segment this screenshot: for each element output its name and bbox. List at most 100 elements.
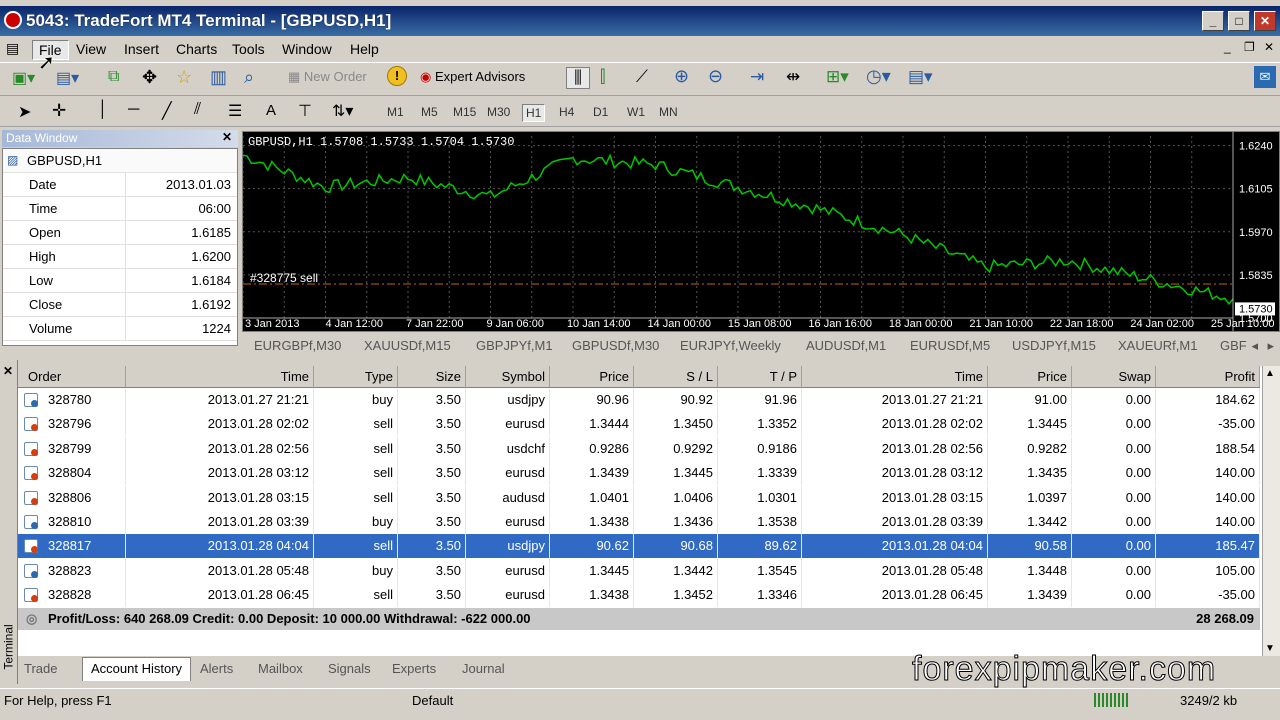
- candlestick-icon[interactable]: ⫿: [600, 67, 605, 87]
- mdi-close-icon[interactable]: ✕: [1264, 40, 1274, 54]
- column-header[interactable]: Order: [18, 366, 126, 388]
- timeframe-mn[interactable]: MN: [656, 104, 681, 120]
- column-header[interactable]: Type: [314, 366, 398, 388]
- tab-journal[interactable]: Journal: [462, 661, 505, 676]
- scroll-up-icon[interactable]: ▲: [1265, 368, 1275, 379]
- column-header[interactable]: Symbol: [466, 366, 550, 388]
- menu-tools[interactable]: Tools: [226, 40, 271, 58]
- chat-icon[interactable]: ✉: [1254, 66, 1276, 88]
- data-window-close-icon[interactable]: ✕: [222, 130, 232, 144]
- terminal-icon[interactable]: ▥: [210, 67, 227, 88]
- tab-scroll-left-icon[interactable]: ◂: [1251, 338, 1258, 354]
- history-row[interactable]: 328828 2013.01.28 06:45 sell 3.50 eurusd 1.34…: [18, 583, 1260, 608]
- chart-tab[interactable]: GBPUSDf,M30: [572, 338, 659, 353]
- periods-icon[interactable]: ◷▾: [866, 66, 891, 87]
- timeframe-m5[interactable]: M5: [418, 104, 441, 120]
- column-header[interactable]: Price: [988, 366, 1072, 388]
- favorites-icon[interactable]: ☆: [176, 67, 192, 88]
- column-header[interactable]: T / P: [718, 366, 802, 388]
- chart-tab[interactable]: EURJPYf,Weekly: [680, 338, 781, 353]
- history-row[interactable]: 328799 2013.01.28 02:56 sell 3.50 usdchf 0.92…: [18, 436, 1260, 461]
- text-icon[interactable]: A: [266, 102, 276, 119]
- chart-tab[interactable]: AUDUSDf,M1: [806, 338, 886, 353]
- menu-charts[interactable]: Charts: [170, 40, 223, 58]
- mdi-minimize-icon[interactable]: _: [1224, 40, 1231, 54]
- history-row[interactable]: 328817 2013.01.28 04:04 sell 3.50 usdjpy 90.6…: [18, 534, 1260, 559]
- chart-tab[interactable]: GBPJPYf,M1: [476, 338, 553, 353]
- navigator-icon[interactable]: ✥: [142, 67, 157, 88]
- scroll-down-icon[interactable]: ▼: [1265, 643, 1275, 654]
- auto-scroll-icon[interactable]: ⇥: [750, 67, 764, 87]
- bar-chart-icon[interactable]: ⫼: [566, 67, 590, 89]
- column-header[interactable]: Time: [126, 366, 314, 388]
- minimize-button[interactable]: _: [1202, 11, 1224, 31]
- line-chart-icon[interactable]: ⟋: [636, 67, 648, 87]
- chart-tab[interactable]: XAUUSDf,M15: [364, 338, 451, 353]
- fibonacci-icon[interactable]: ☰: [228, 101, 242, 121]
- market-watch-icon[interactable]: ⧉: [108, 68, 119, 86]
- strategy-tester-icon[interactable]: ⌕: [244, 67, 254, 88]
- new-order-button[interactable]: ▦ New Order: [288, 69, 367, 85]
- tab-account-history[interactable]: Account History: [82, 657, 192, 681]
- timeframe-h1[interactable]: H1: [522, 104, 546, 122]
- menu-help[interactable]: Help: [344, 40, 385, 58]
- history-row[interactable]: 328810 2013.01.28 03:39 buy 3.50 eurusd 1.343…: [18, 510, 1260, 534]
- arrows-icon[interactable]: ⇅▾: [332, 101, 353, 121]
- history-row[interactable]: 328796 2013.01.28 02:02 sell 3.50 eurusd 1.34…: [18, 412, 1260, 437]
- tab-signals[interactable]: Signals: [328, 661, 371, 676]
- column-header[interactable]: Size: [398, 366, 466, 388]
- menu-window[interactable]: Window: [276, 40, 338, 58]
- column-header[interactable]: S / L: [634, 366, 718, 388]
- profiles-icon[interactable]: ▤▾: [56, 68, 79, 88]
- new-chart-icon[interactable]: ▣▾: [12, 68, 35, 88]
- timeframe-m1[interactable]: M1: [384, 104, 407, 120]
- tab-trade[interactable]: Trade: [24, 661, 57, 676]
- history-row[interactable]: 328823 2013.01.28 05:48 buy 3.50 eurusd 1.344…: [18, 558, 1260, 583]
- close-button[interactable]: ✕: [1254, 11, 1276, 31]
- tab-scroll-right-icon[interactable]: ▸: [1267, 338, 1274, 354]
- history-row[interactable]: 328806 2013.01.28 03:15 sell 3.50 audusd 1.04…: [18, 485, 1260, 510]
- templates-icon[interactable]: ▤▾: [908, 67, 933, 87]
- terminal-close-icon[interactable]: ✕: [3, 364, 13, 378]
- timeframe-w1[interactable]: W1: [624, 104, 648, 120]
- maximize-button[interactable]: □: [1228, 11, 1250, 31]
- cursor-icon[interactable]: ➤: [18, 102, 31, 122]
- metaeditor-icon[interactable]: !: [387, 66, 407, 86]
- chart-tab[interactable]: USDJPYf,M15: [1012, 338, 1096, 353]
- crosshair-icon[interactable]: ✛: [52, 101, 66, 121]
- chart-shift-icon[interactable]: ⇹: [786, 67, 800, 87]
- menu-insert[interactable]: Insert: [118, 40, 165, 58]
- price-chart[interactable]: 1.6240 1.6105 1.5970 1.5835 1.5730 1.5700 3 Ja…: [242, 131, 1280, 332]
- horizontal-line-icon[interactable]: ─: [128, 101, 139, 119]
- vertical-line-icon[interactable]: │: [98, 101, 108, 119]
- cell-tp: 1.3352: [718, 412, 802, 437]
- column-header[interactable]: Time: [802, 366, 988, 388]
- tab-experts[interactable]: Experts: [392, 661, 436, 676]
- chart-tab[interactable]: EURUSDf,M5: [910, 338, 990, 353]
- column-header[interactable]: Price: [550, 366, 634, 388]
- chart-tab[interactable]: XAUEURf,M1: [1118, 338, 1197, 353]
- text-label-icon[interactable]: ⊤: [298, 101, 312, 121]
- channel-icon[interactable]: ⫽: [194, 101, 201, 119]
- column-header[interactable]: Swap: [1072, 366, 1156, 388]
- column-header[interactable]: Profit: [1156, 366, 1260, 388]
- tab-mailbox[interactable]: Mailbox: [258, 661, 303, 676]
- zoom-out-icon[interactable]: ⊖: [708, 66, 723, 87]
- chart-tab[interactable]: GBF: [1220, 338, 1247, 353]
- timeframe-m15[interactable]: M15: [450, 104, 479, 120]
- tab-alerts[interactable]: Alerts: [200, 661, 233, 676]
- mdi-restore-icon[interactable]: ❐: [1244, 40, 1255, 54]
- chart-tab[interactable]: EURGBPf,M30: [254, 338, 341, 353]
- indicators-icon[interactable]: ⊞▾: [826, 67, 849, 87]
- zoom-in-icon[interactable]: ⊕: [674, 66, 689, 87]
- timeframe-m30[interactable]: M30: [484, 104, 513, 120]
- history-row[interactable]: 328804 2013.01.28 03:12 sell 3.50 eurusd 1.34…: [18, 461, 1260, 486]
- expert-advisors-button[interactable]: ◉ Expert Advisors: [420, 69, 525, 85]
- document-icon[interactable]: ▤: [6, 40, 19, 57]
- timeframe-h4[interactable]: H4: [556, 104, 577, 120]
- trendline-icon[interactable]: ╱: [162, 101, 172, 121]
- menu-view[interactable]: View: [70, 40, 112, 58]
- history-row[interactable]: 328780 2013.01.27 21:21 buy 3.50 usdjpy 90.96…: [18, 388, 1260, 412]
- timeframe-d1[interactable]: D1: [590, 104, 611, 120]
- table-scrollbar[interactable]: ▲ ▼: [1262, 366, 1280, 656]
